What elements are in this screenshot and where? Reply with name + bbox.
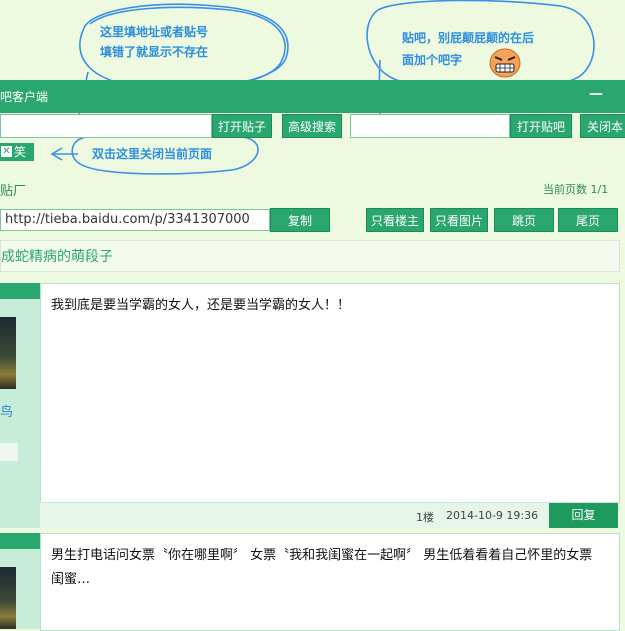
advanced-search-button[interactable]: 高级搜索	[282, 114, 342, 138]
post1-time: 2014-10-9 19:36	[446, 509, 539, 522]
thread-url-field[interactable]: http://tieba.baidu.com/p/3341307000	[0, 209, 270, 231]
address-annotation-line1: 这里填地址或者贴号	[100, 25, 209, 39]
post1-avatar[interactable]	[0, 317, 16, 389]
copy-button[interactable]: 复制	[270, 208, 330, 232]
post1-sidebar-header	[0, 283, 40, 299]
close-tab-button[interactable]: 关闭本	[580, 114, 625, 138]
address-input[interactable]	[0, 114, 212, 138]
only-images-button[interactable]: 只看图片	[430, 208, 488, 232]
post1-username[interactable]: 鸟	[0, 401, 13, 420]
post1-text: 我到底是要当学霸的女人，还是要当学霸的女人！！	[51, 298, 351, 313]
close-annotation-text: 双击这里关闭当前页面	[92, 147, 213, 161]
address-annotation-line2: 填错了就显示不存在	[100, 45, 209, 59]
window-titlebar: 吧客户端 —	[0, 80, 625, 113]
post1-author-sidebar: 鸟	[0, 283, 40, 528]
post1-footer: 1楼 2014-10-9 19:36 回复	[40, 502, 618, 528]
angry-face-icon	[489, 48, 521, 78]
window-title: 吧客户端	[0, 90, 49, 104]
page-info: 当前页数 1/1	[543, 183, 609, 196]
post2-avatar[interactable]	[0, 567, 16, 629]
post2-text: 男生打电话问女票〝你在哪里啊〞 女票〝我和我闺蜜在一起啊〞 男生低着看着自己怀里…	[51, 548, 593, 587]
tab-current[interactable]: ✕ 笑	[0, 143, 34, 161]
jump-page-button[interactable]: 跳页	[494, 208, 554, 232]
post1-badge	[0, 443, 18, 461]
page-title: 贴厂	[0, 184, 27, 199]
thread-title-box: 成蛇精病的萌段子	[0, 240, 620, 272]
bar-annotation-line2: 面加个吧字	[402, 53, 463, 67]
close-icon[interactable]: ✕	[1, 146, 12, 157]
post1-floor: 1楼	[416, 511, 434, 524]
bar-annotation-line1: 贴吧，别屁颠屁颠的在后	[402, 31, 535, 45]
post1-content: 我到底是要当学霸的女人，还是要当学霸的女人！！	[40, 283, 620, 503]
open-post-button[interactable]: 打开贴子	[212, 114, 272, 138]
post2-content: 男生打电话问女票〝你在哪里啊〞 女票〝我和我闺蜜在一起啊〞 男生低着看着自己怀里…	[40, 533, 620, 631]
bar-name-input[interactable]	[350, 114, 510, 138]
last-page-button[interactable]: 尾页	[558, 208, 618, 232]
post2-sidebar-header	[0, 533, 40, 549]
post1-reply-button[interactable]: 回复	[549, 503, 618, 528]
open-bar-button[interactable]: 打开贴吧	[510, 114, 572, 138]
only-op-button[interactable]: 只看楼主	[366, 208, 424, 232]
minimize-button[interactable]: —	[589, 86, 603, 102]
tab-label: 笑	[14, 145, 27, 159]
thread-title: 成蛇精病的萌段子	[1, 249, 113, 265]
post2-author-sidebar	[0, 533, 40, 629]
